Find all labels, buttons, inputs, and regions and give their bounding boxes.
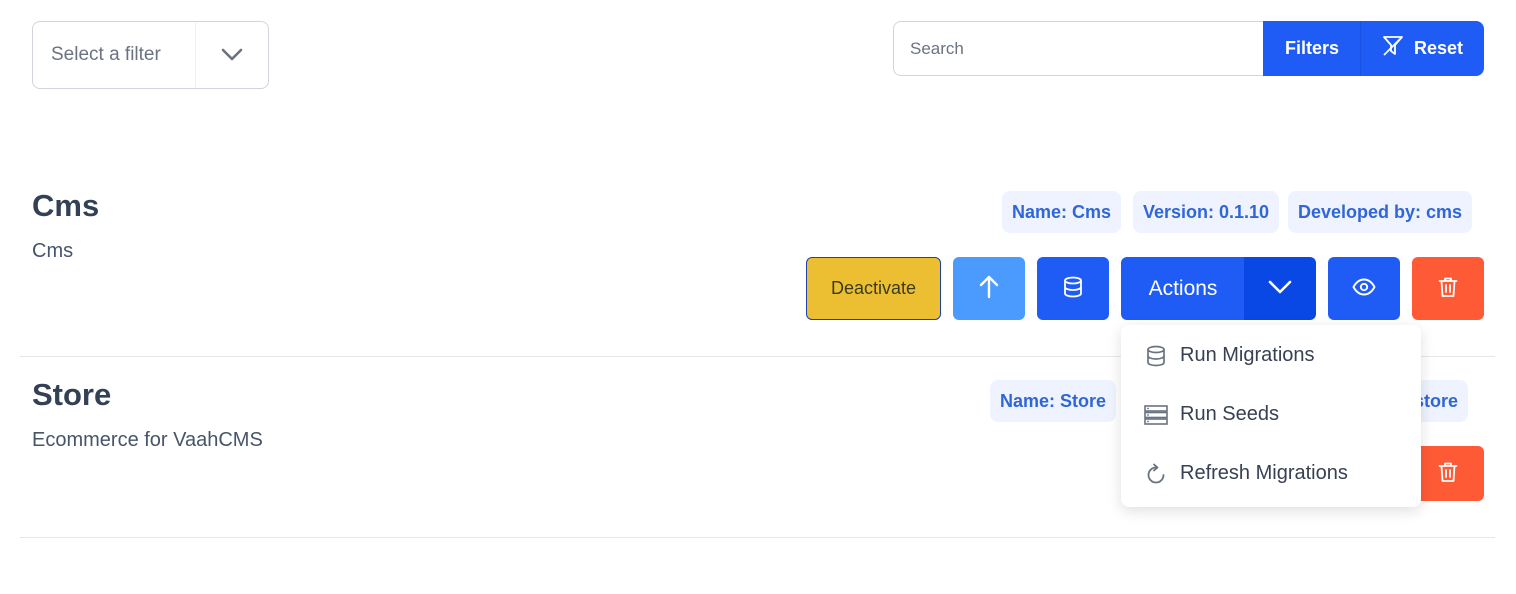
search-input[interactable] bbox=[893, 21, 1265, 76]
filters-button-label: Filters bbox=[1284, 38, 1340, 58]
trash-icon bbox=[1438, 276, 1458, 301]
menu-item-refresh-migrations[interactable]: Refresh Migrations bbox=[1121, 444, 1421, 503]
row-divider bbox=[20, 537, 1495, 538]
trash-icon bbox=[1438, 461, 1458, 486]
actions-menu: Run Migrations Run Seeds Refresh Migrati… bbox=[1121, 325, 1421, 507]
actions-button[interactable]: Actions bbox=[1121, 257, 1245, 320]
filter-select[interactable]: Select a filter bbox=[32, 21, 269, 89]
menu-item-label: Run Seeds bbox=[1180, 403, 1279, 425]
deactivate-button-label: Deactivate bbox=[830, 278, 917, 298]
module-description: Ecommerce for VaahCMS bbox=[32, 429, 263, 451]
actions-button-label: Actions bbox=[1148, 276, 1218, 300]
module-title: Store bbox=[32, 377, 112, 412]
update-button[interactable] bbox=[953, 257, 1025, 320]
server-icon bbox=[1144, 403, 1168, 427]
deactivate-button[interactable]: Deactivate bbox=[806, 257, 941, 320]
eye-icon bbox=[1352, 278, 1376, 299]
module-version-tag: Version: 0.1.10 bbox=[1133, 191, 1280, 233]
view-button[interactable] bbox=[1328, 257, 1400, 320]
chevron-down-icon bbox=[1268, 280, 1292, 297]
reset-button-label: Reset bbox=[1413, 38, 1464, 58]
module-title: Cms bbox=[32, 188, 100, 223]
module-name-tag: Name: Cms bbox=[1002, 191, 1122, 233]
database-button[interactable] bbox=[1037, 257, 1109, 320]
arrow-up-icon bbox=[978, 275, 1000, 302]
filter-clear-icon bbox=[1382, 35, 1404, 62]
database-icon bbox=[1062, 276, 1084, 301]
menu-item-run-seeds[interactable]: Run Seeds bbox=[1121, 385, 1421, 444]
module-name-tag: Name: Store bbox=[990, 380, 1117, 422]
refresh-icon bbox=[1144, 462, 1168, 486]
delete-button[interactable] bbox=[1412, 257, 1484, 320]
menu-item-label: Run Migrations bbox=[1180, 344, 1315, 366]
module-developer-tag: Developed by: cms bbox=[1288, 191, 1473, 233]
menu-item-label: Refresh Migrations bbox=[1180, 462, 1348, 484]
module-description: Cms bbox=[32, 240, 74, 262]
delete-button[interactable] bbox=[1412, 446, 1484, 501]
menu-item-run-migrations[interactable]: Run Migrations bbox=[1121, 326, 1421, 385]
filter-select-label: Select a filter bbox=[51, 44, 161, 65]
database-icon bbox=[1144, 344, 1168, 368]
chevron-down-icon[interactable] bbox=[195, 22, 268, 88]
reset-button[interactable]: Reset bbox=[1360, 21, 1484, 76]
actions-dropdown-toggle[interactable] bbox=[1244, 257, 1316, 320]
filters-button[interactable]: Filters bbox=[1263, 21, 1361, 76]
